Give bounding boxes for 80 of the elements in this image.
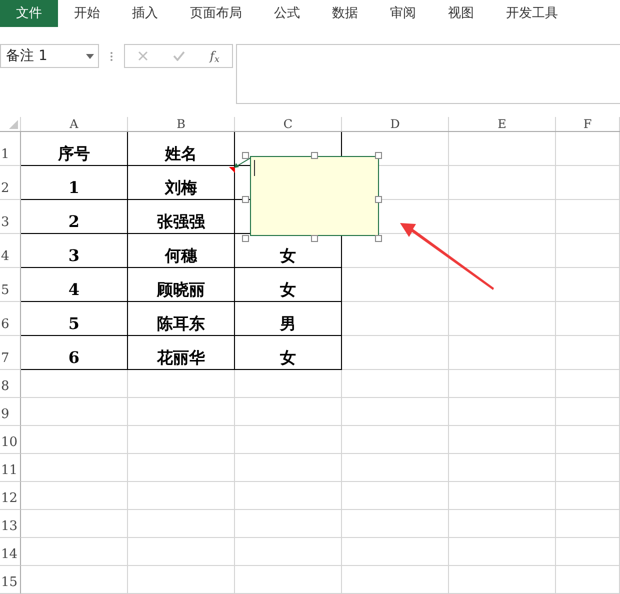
column-header[interactable]: A: [21, 117, 128, 131]
table-cell: 顾晓丽: [128, 268, 235, 302]
table-cell: 张强强: [128, 200, 235, 234]
grid-cell: [556, 370, 620, 398]
grid-cell: [556, 426, 620, 454]
column-header[interactable]: C: [235, 117, 342, 131]
comment-box[interactable]: [250, 156, 379, 236]
column-header[interactable]: B: [128, 117, 235, 131]
ribbon-tab[interactable]: 插入: [116, 0, 174, 27]
grid-cell: [556, 132, 620, 166]
ribbon-tab[interactable]: 文件: [0, 0, 58, 27]
row-header[interactable]: 6: [0, 302, 21, 336]
table-cell: 1: [21, 166, 128, 200]
column-header[interactable]: E: [449, 117, 556, 131]
formula-input[interactable]: [236, 44, 620, 104]
insert-function-button[interactable]: f$_{x}$: [210, 47, 220, 65]
grid-cell: [556, 454, 620, 482]
name-box[interactable]: 备注 1: [0, 44, 99, 68]
cancel-icon[interactable]: [138, 51, 148, 61]
resize-handle[interactable]: [242, 235, 249, 242]
row-header[interactable]: 13: [0, 510, 21, 538]
table-cell: 3: [21, 234, 128, 268]
ribbon-tab[interactable]: 数据: [316, 0, 374, 27]
table-cell: 何穗: [128, 234, 235, 268]
row-header[interactable]: 2: [0, 166, 21, 200]
arrow-icon: [398, 221, 494, 291]
ribbon-tab[interactable]: 开始: [58, 0, 116, 27]
grid-cell: [556, 538, 620, 566]
table-cell: 序号: [21, 132, 128, 166]
table-cell: 2: [21, 200, 128, 234]
row-header[interactable]: 12: [0, 482, 21, 510]
resize-handle[interactable]: [242, 196, 249, 203]
row-header[interactable]: 10: [0, 426, 21, 454]
grid-cell: [556, 234, 620, 268]
ribbon-tab[interactable]: 页面布局: [174, 0, 258, 27]
ribbon-tab[interactable]: 视图: [432, 0, 490, 27]
row-header[interactable]: 11: [0, 454, 21, 482]
comment-indicator-icon: [229, 167, 235, 173]
ribbon-tab[interactable]: 公式: [258, 0, 316, 27]
grid-cell: [556, 268, 620, 302]
grid-cell: [556, 398, 620, 426]
table-cell: 陈耳东: [128, 302, 235, 336]
resize-handle[interactable]: [375, 235, 382, 242]
grip-icon: [110, 52, 113, 61]
row-header[interactable]: 15: [0, 566, 21, 594]
column-header[interactable]: F: [556, 117, 620, 131]
resize-handle[interactable]: [375, 152, 382, 159]
resize-handle[interactable]: [311, 152, 318, 159]
table-cell: 女: [235, 268, 342, 302]
table-cell: 花丽华: [128, 336, 235, 370]
row-header[interactable]: 5: [0, 268, 21, 302]
table-cell: 女: [235, 336, 342, 370]
row-header[interactable]: 1: [0, 132, 21, 166]
table-cell: 5: [21, 302, 128, 336]
grid-cell: [556, 336, 620, 370]
table-cell: 男: [235, 302, 342, 336]
grid-cell: [556, 566, 620, 594]
resize-handle[interactable]: [375, 196, 382, 203]
grid-cell: [556, 302, 620, 336]
table-cell: 4: [21, 268, 128, 302]
ribbon-tab[interactable]: 开发工具: [490, 0, 574, 27]
row-header[interactable]: 8: [0, 370, 21, 398]
grid-cell: [556, 482, 620, 510]
row-header[interactable]: 4: [0, 234, 21, 268]
grid-cell: [556, 510, 620, 538]
row-header[interactable]: 3: [0, 200, 21, 234]
dropdown-caret-icon: [86, 54, 94, 58]
row-header[interactable]: 7: [0, 336, 21, 370]
row-header[interactable]: 14: [0, 538, 21, 566]
column-header[interactable]: D: [342, 117, 449, 131]
grid-cell: [556, 166, 620, 200]
table-cell: 姓名: [128, 132, 235, 166]
table-cell: 6: [21, 336, 128, 370]
row-header[interactable]: 9: [0, 398, 21, 426]
resize-handle[interactable]: [311, 235, 318, 242]
check-icon[interactable]: [172, 51, 185, 61]
resize-handle[interactable]: [242, 152, 249, 159]
grid-cell: [556, 200, 620, 234]
ribbon-tab[interactable]: 审阅: [374, 0, 432, 27]
connector-line: [234, 156, 252, 168]
